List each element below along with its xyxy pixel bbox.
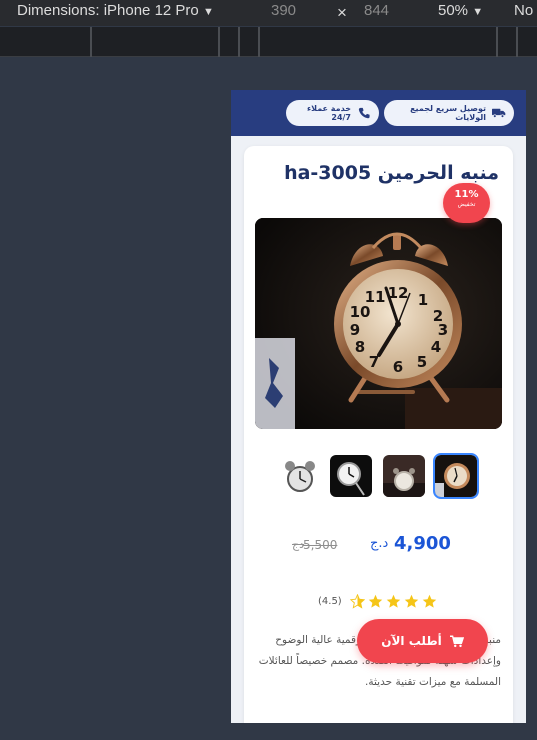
thumbnail-4-active[interactable] — [433, 453, 479, 499]
star-icon — [422, 594, 436, 608]
svg-text:3: 3 — [438, 321, 448, 339]
thumbnail-image — [435, 455, 477, 497]
star-icon — [368, 594, 382, 608]
product-title: منبه الحرمين ha-3005 — [284, 162, 499, 184]
ruler-tick — [516, 27, 518, 57]
width-input[interactable]: 390 — [271, 2, 296, 19]
device-viewport: توصيل سريع لجميع الولايات خدمة عملاء 24/… — [231, 90, 526, 723]
old-price: 5,500 — [303, 538, 338, 552]
ruler-tick — [90, 27, 92, 57]
thumbnail-image — [383, 455, 425, 497]
rating-value: (4.5) — [318, 595, 342, 607]
top-info-bar: توصيل سريع لجميع الولايات خدمة عملاء 24/… — [231, 90, 526, 136]
thumbnail-image — [330, 455, 372, 497]
price-row: دج 5,500 د.ج 4,900 — [244, 533, 513, 559]
svg-text:5: 5 — [417, 353, 427, 371]
star-half-icon — [349, 593, 365, 609]
svg-text:8: 8 — [355, 338, 365, 356]
times-icon: × — [337, 3, 347, 22]
phone-icon — [358, 107, 370, 119]
device-selector[interactable]: Dimensions: iPhone 12 Pro ▼ — [17, 2, 214, 19]
throttle-selector[interactable]: No — [514, 2, 533, 19]
rating: (4.5) — [318, 592, 437, 610]
chevron-down-icon: ▼ — [472, 6, 484, 18]
ruler-tick — [238, 27, 240, 57]
order-now-label: أطلب الآن — [381, 634, 442, 648]
discount-percent: 11% — [454, 189, 479, 200]
devtools-toolbar: Dimensions: iPhone 12 Pro ▼ 390 × 844 50… — [0, 0, 537, 26]
discount-label: تخفيض — [457, 201, 476, 208]
ruler-tick — [496, 27, 498, 57]
truck-icon — [492, 108, 506, 118]
ruler-tick — [258, 27, 260, 57]
star-icon — [404, 594, 418, 608]
thumbnail-strip — [279, 453, 479, 499]
svg-text:1: 1 — [418, 291, 428, 309]
media-query-ruler — [0, 27, 537, 57]
support-badge: خدمة عملاء 24/7 — [286, 100, 379, 126]
cart-icon — [449, 635, 464, 647]
product-main-image[interactable]: 12 1 2 3 4 5 6 7 8 9 10 11 — [255, 218, 502, 429]
support-text: خدمة عملاء 24/7 — [307, 104, 351, 122]
height-input[interactable]: 844 — [364, 2, 389, 19]
thumbnail-1[interactable] — [279, 455, 321, 497]
discount-badge: 11% تخفيض — [443, 183, 490, 223]
thumbnail-3[interactable] — [383, 455, 425, 497]
alarm-clock-image: 12 1 2 3 4 5 6 7 8 9 10 11 — [255, 218, 502, 429]
svg-text:11: 11 — [365, 288, 386, 306]
chevron-down-icon: ▼ — [202, 6, 214, 18]
delivery-badge: توصيل سريع لجميع الولايات — [384, 100, 514, 126]
star-icon — [386, 594, 400, 608]
ruler-tick — [218, 27, 220, 57]
delivery-text: توصيل سريع لجميع الولايات — [410, 104, 486, 122]
svg-text:4: 4 — [431, 338, 441, 356]
device-label: Dimensions: iPhone 12 Pro — [17, 2, 199, 19]
svg-text:6: 6 — [393, 358, 403, 376]
thumbnail-image — [279, 455, 321, 497]
order-now-button[interactable]: أطلب الآن — [357, 619, 488, 663]
svg-text:9: 9 — [350, 321, 360, 339]
thumbnail-2[interactable] — [330, 455, 372, 497]
currency: د.ج — [370, 536, 389, 551]
zoom-label: 50% — [438, 2, 469, 19]
zoom-selector[interactable]: 50% ▼ — [438, 2, 483, 19]
current-price: 4,900 — [394, 533, 451, 554]
